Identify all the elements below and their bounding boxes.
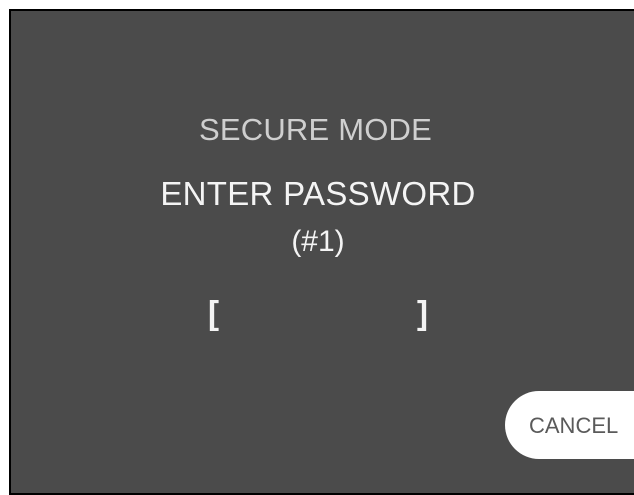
password-open-bracket: [ — [208, 294, 219, 331]
enter-password-prompt: ENTER PASSWORD — [160, 175, 476, 212]
password-index-label: (#1) — [291, 225, 345, 258]
secure-mode-title: SECURE MODE — [198, 112, 432, 147]
secure-mode-screen: SECURE MODE ENTER PASSWORD (#1) [ ] CANC… — [9, 9, 634, 495]
password-input[interactable]: [ ] — [208, 294, 428, 338]
password-close-bracket: ] — [417, 294, 428, 331]
cancel-button-label: CANCEL — [529, 413, 619, 438]
cancel-button[interactable]: CANCEL — [505, 391, 634, 459]
